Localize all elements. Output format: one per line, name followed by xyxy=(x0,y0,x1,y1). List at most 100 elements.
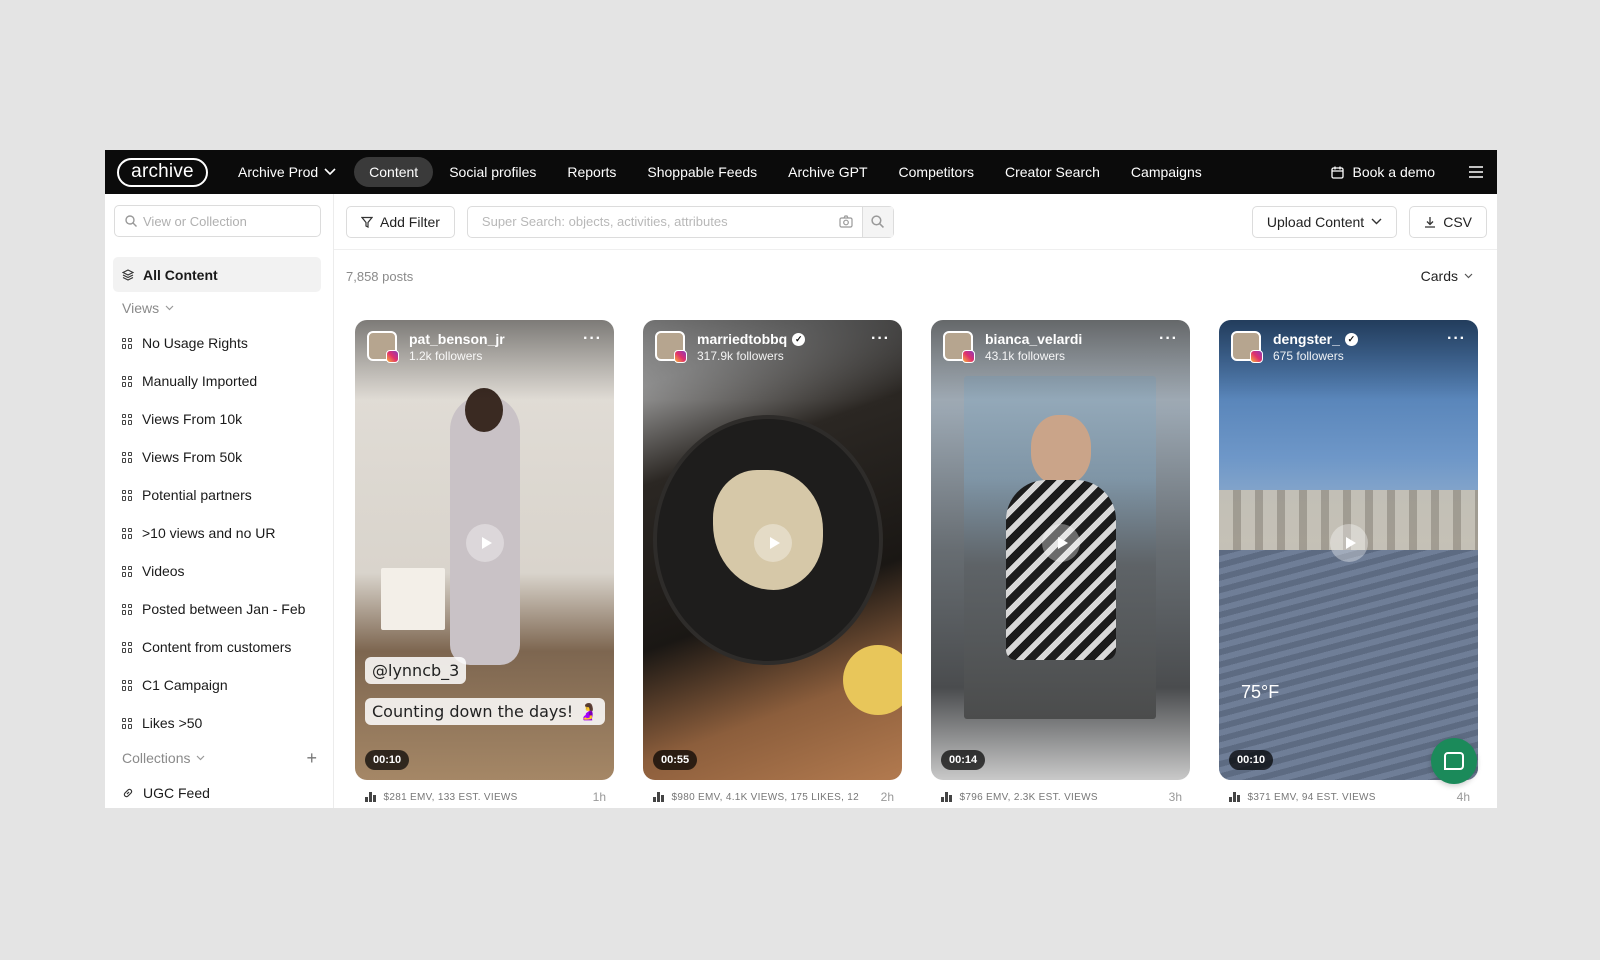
add-filter-button[interactable]: Add Filter xyxy=(346,205,455,238)
overlay-temperature: 75°F xyxy=(1241,682,1280,702)
video-thumbnail[interactable]: pat_benson_jr 1.2k followers ··· @lynncb… xyxy=(355,320,614,780)
collections-section-header[interactable]: Collections + xyxy=(113,742,321,774)
more-options-icon[interactable]: ··· xyxy=(871,331,890,347)
content-card[interactable]: marriedtobbq ✓ 317.9k followers ··· 00:55… xyxy=(643,320,902,804)
grid-icon xyxy=(122,603,133,615)
play-icon[interactable] xyxy=(1042,524,1080,562)
nav-content[interactable]: Content xyxy=(354,157,434,187)
avatar[interactable] xyxy=(367,331,399,363)
instagram-icon xyxy=(1250,350,1263,363)
sidebar-item-ugc-feed[interactable]: UGC Feed xyxy=(113,774,321,808)
sidebar-item-content-from-customers[interactable]: Content from customers xyxy=(113,628,321,666)
grid-icon xyxy=(122,375,133,387)
csv-label: CSV xyxy=(1443,213,1472,230)
workspace-selector[interactable]: Archive Prod xyxy=(238,164,336,180)
sidebar-item-label: Content from customers xyxy=(142,639,292,655)
play-icon[interactable] xyxy=(1330,524,1368,562)
video-duration: 00:10 xyxy=(1229,750,1274,770)
views-section-header[interactable]: Views xyxy=(113,292,321,324)
thumbnail-jacket xyxy=(1006,480,1116,660)
super-search-input[interactable]: Super Search: objects, activities, attri… xyxy=(466,205,894,238)
play-icon[interactable] xyxy=(754,524,792,562)
creator-username[interactable]: pat_benson_jr xyxy=(409,331,505,348)
nav-competitors[interactable]: Competitors xyxy=(884,157,989,187)
sidebar-item-label: C1 Campaign xyxy=(142,677,228,693)
chat-bubble-icon[interactable] xyxy=(1431,738,1477,784)
post-age: 1h xyxy=(592,790,606,804)
sidebar-item-label: UGC Feed xyxy=(143,785,210,801)
layers-icon xyxy=(122,268,134,281)
creator-username[interactable]: bianca_velardi xyxy=(985,331,1082,348)
card-stats: $980 EMV, 4.1K VIEWS, 175 LIKES, 12 2h xyxy=(643,780,902,804)
grid-icon xyxy=(122,679,133,691)
video-thumbnail[interactable]: dengster_ ✓ 675 followers ··· 75°F 00:10 xyxy=(1219,320,1478,780)
card-header: dengster_ ✓ 675 followers ··· xyxy=(1231,331,1466,364)
add-collection-icon[interactable]: + xyxy=(306,748,317,769)
search-icon xyxy=(871,215,885,228)
csv-export-button[interactable]: CSV xyxy=(1409,205,1487,238)
workspace-label: Archive Prod xyxy=(238,164,319,180)
username-text: dengster_ xyxy=(1273,331,1340,347)
post-age: 2h xyxy=(880,790,894,804)
sidebar-item-likes-50[interactable]: Likes >50 xyxy=(113,704,321,742)
creator-username[interactable]: dengster_ ✓ xyxy=(1273,331,1358,348)
creator-username[interactable]: marriedtobbq ✓ xyxy=(697,331,806,348)
checkmark-badge-icon: ✓ xyxy=(1344,333,1358,346)
grid-icon xyxy=(122,451,133,463)
content-card[interactable]: bianca_velardi 43.1k followers ··· 00:14… xyxy=(931,320,1190,804)
book-demo-button[interactable]: Book a demo xyxy=(1330,164,1435,180)
post-age: 4h xyxy=(1456,790,1470,804)
sidebar-item-potential-partners[interactable]: Potential partners xyxy=(113,476,321,514)
top-nav: archive Archive Prod Content Social prof… xyxy=(105,150,1497,194)
nav-social-profiles[interactable]: Social profiles xyxy=(434,157,551,187)
sidebar-item-no-usage-rights[interactable]: No Usage Rights xyxy=(113,324,321,362)
sidebar-item-label: Videos xyxy=(142,563,185,579)
camera-icon[interactable] xyxy=(839,214,853,228)
checkmark-badge-icon: ✓ xyxy=(792,333,806,346)
chevron-down-icon xyxy=(197,755,205,761)
sidebar-item-videos[interactable]: Videos xyxy=(113,552,321,590)
content-card[interactable]: pat_benson_jr 1.2k followers ··· @lynncb… xyxy=(355,320,614,804)
sidebar-item-10-views-no-ur[interactable]: >10 views and no UR xyxy=(113,514,321,552)
video-duration: 00:55 xyxy=(653,750,698,770)
nav-shoppable-feeds[interactable]: Shoppable Feeds xyxy=(632,157,772,187)
more-options-icon[interactable]: ··· xyxy=(1447,331,1466,347)
thumbnail-head xyxy=(465,388,503,432)
video-thumbnail[interactable]: marriedtobbq ✓ 317.9k followers ··· 00:55 xyxy=(643,320,902,780)
toolbar: Add Filter Super Search: objects, activi… xyxy=(334,194,1497,250)
sidebar-item-label: No Usage Rights xyxy=(142,335,248,351)
nav-campaigns[interactable]: Campaigns xyxy=(1116,157,1217,187)
view-mode-dropdown[interactable]: Cards xyxy=(1421,268,1473,284)
more-options-icon[interactable]: ··· xyxy=(1159,331,1178,347)
posts-count: 7,858 posts xyxy=(346,268,414,284)
avatar[interactable] xyxy=(655,331,687,363)
sidebar-item-manually-imported[interactable]: Manually Imported xyxy=(113,362,321,400)
sidebar-search-placeholder: View or Collection xyxy=(143,213,247,229)
nav-creator-search[interactable]: Creator Search xyxy=(990,157,1115,187)
bar-chart-icon xyxy=(1229,792,1240,802)
sidebar-item-all-content[interactable]: All Content xyxy=(113,257,321,292)
follower-count: 675 followers xyxy=(1273,349,1344,363)
more-options-icon[interactable]: ··· xyxy=(583,331,602,347)
bar-chart-icon xyxy=(941,792,952,802)
card-header: pat_benson_jr 1.2k followers ··· xyxy=(367,331,602,364)
sidebar-item-views-from-50k[interactable]: Views From 50k xyxy=(113,438,321,476)
video-thumbnail[interactable]: bianca_velardi 43.1k followers ··· 00:14 xyxy=(931,320,1190,780)
upload-content-button[interactable]: Upload Content xyxy=(1251,205,1398,238)
nav-archive-gpt[interactable]: Archive GPT xyxy=(773,157,882,187)
super-search-button[interactable] xyxy=(861,206,893,237)
sidebar-item-views-from-10k[interactable]: Views From 10k xyxy=(113,400,321,438)
username-text: pat_benson_jr xyxy=(409,331,505,347)
sidebar-search-input[interactable]: View or Collection xyxy=(114,205,321,237)
avatar[interactable] xyxy=(943,331,975,363)
sidebar-item-posted-jan-feb[interactable]: Posted between Jan - Feb xyxy=(113,590,321,628)
content-card[interactable]: dengster_ ✓ 675 followers ··· 75°F 00:10 … xyxy=(1219,320,1478,804)
avatar[interactable] xyxy=(1231,331,1263,363)
play-icon[interactable] xyxy=(466,524,504,562)
sidebar-item-c1-campaign[interactable]: C1 Campaign xyxy=(113,666,321,704)
archive-logo[interactable]: archive xyxy=(117,157,208,187)
nav-reports[interactable]: Reports xyxy=(552,157,631,187)
hamburger-icon[interactable] xyxy=(1469,166,1483,178)
sidebar-item-label: Likes >50 xyxy=(142,715,203,731)
sidebar-item-label: Potential partners xyxy=(142,487,252,503)
